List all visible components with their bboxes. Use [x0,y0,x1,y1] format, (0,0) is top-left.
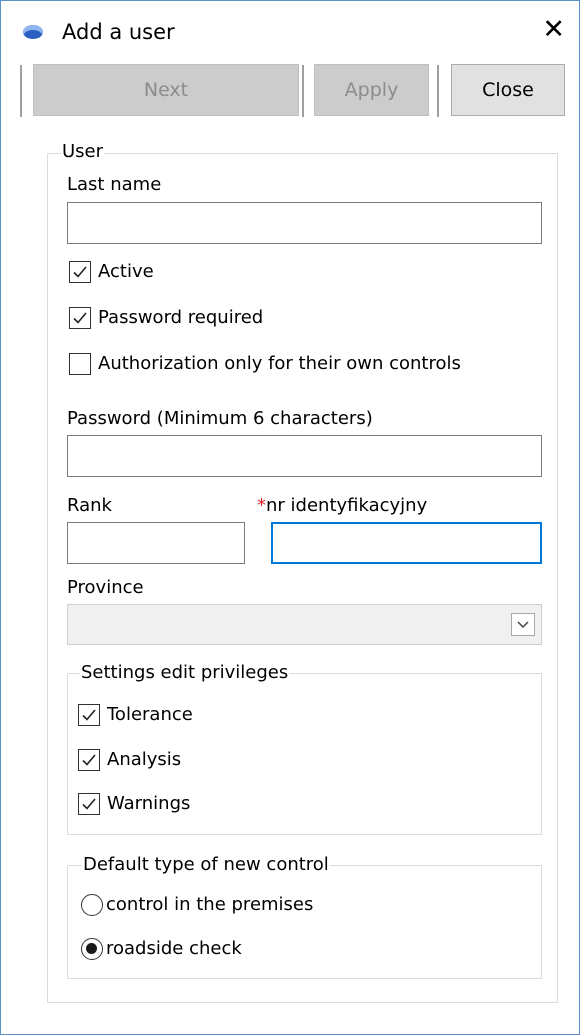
toolbar-separator [437,65,439,117]
province-label: Province [67,577,144,598]
checkmark-icon [82,798,96,810]
roadside-check-label: roadside check [106,938,242,959]
active-label: Active [98,261,154,282]
id-label-group: *nr identyfikacyjny [257,495,427,516]
toolbar-separator [302,65,304,117]
toolbar-separator [20,65,22,117]
password-label: Password (Minimum 6 characters) [67,408,373,429]
password-required-label: Password required [98,307,264,328]
next-button[interactable]: Next [33,64,299,116]
checkmark-icon [82,709,96,721]
auth-own-controls-checkbox[interactable] [69,353,91,375]
tolerance-label: Tolerance [107,704,193,725]
radio-selected-dot [86,943,97,954]
default-type-group [67,865,542,979]
last-name-label: Last name [67,174,162,195]
window-title: Add a user [62,20,175,44]
default-type-group-legend: Default type of new control [82,854,330,875]
close-button[interactable]: Close [451,64,565,116]
close-icon[interactable]: ✕ [542,16,565,43]
password-required-checkbox[interactable] [69,307,91,329]
control-in-premises-radio[interactable] [81,894,103,916]
checkmark-icon [73,312,87,324]
apply-button[interactable]: Apply [314,64,429,116]
analysis-label: Analysis [107,749,182,770]
province-select[interactable] [67,604,542,645]
roadside-check-radio[interactable] [81,938,103,960]
title-bar: Add a user ✕ [1,1,579,63]
rank-field[interactable] [67,522,245,564]
id-number-field[interactable] [271,522,542,564]
app-icon [23,25,43,39]
password-field[interactable] [67,435,542,477]
active-checkbox[interactable] [69,261,91,283]
privileges-group-legend: Settings edit privileges [80,662,290,683]
checkmark-icon [82,754,96,766]
id-label: nr identyfikacyjny [266,495,428,516]
chevron-down-icon[interactable] [511,613,535,636]
user-group-legend: User [61,141,105,162]
warnings-checkbox[interactable] [78,793,100,815]
add-user-dialog: Add a user ✕ Next Apply Close User Last … [0,0,580,1035]
rank-label: Rank [67,495,112,516]
required-mark: * [257,495,266,516]
auth-own-controls-label: Authorization only for their own control… [98,353,461,374]
checkmark-icon [73,266,87,278]
tolerance-checkbox[interactable] [78,704,100,726]
last-name-field[interactable] [67,202,542,244]
control-in-premises-label: control in the premises [106,894,314,915]
warnings-label: Warnings [107,793,191,814]
analysis-checkbox[interactable] [78,749,100,771]
